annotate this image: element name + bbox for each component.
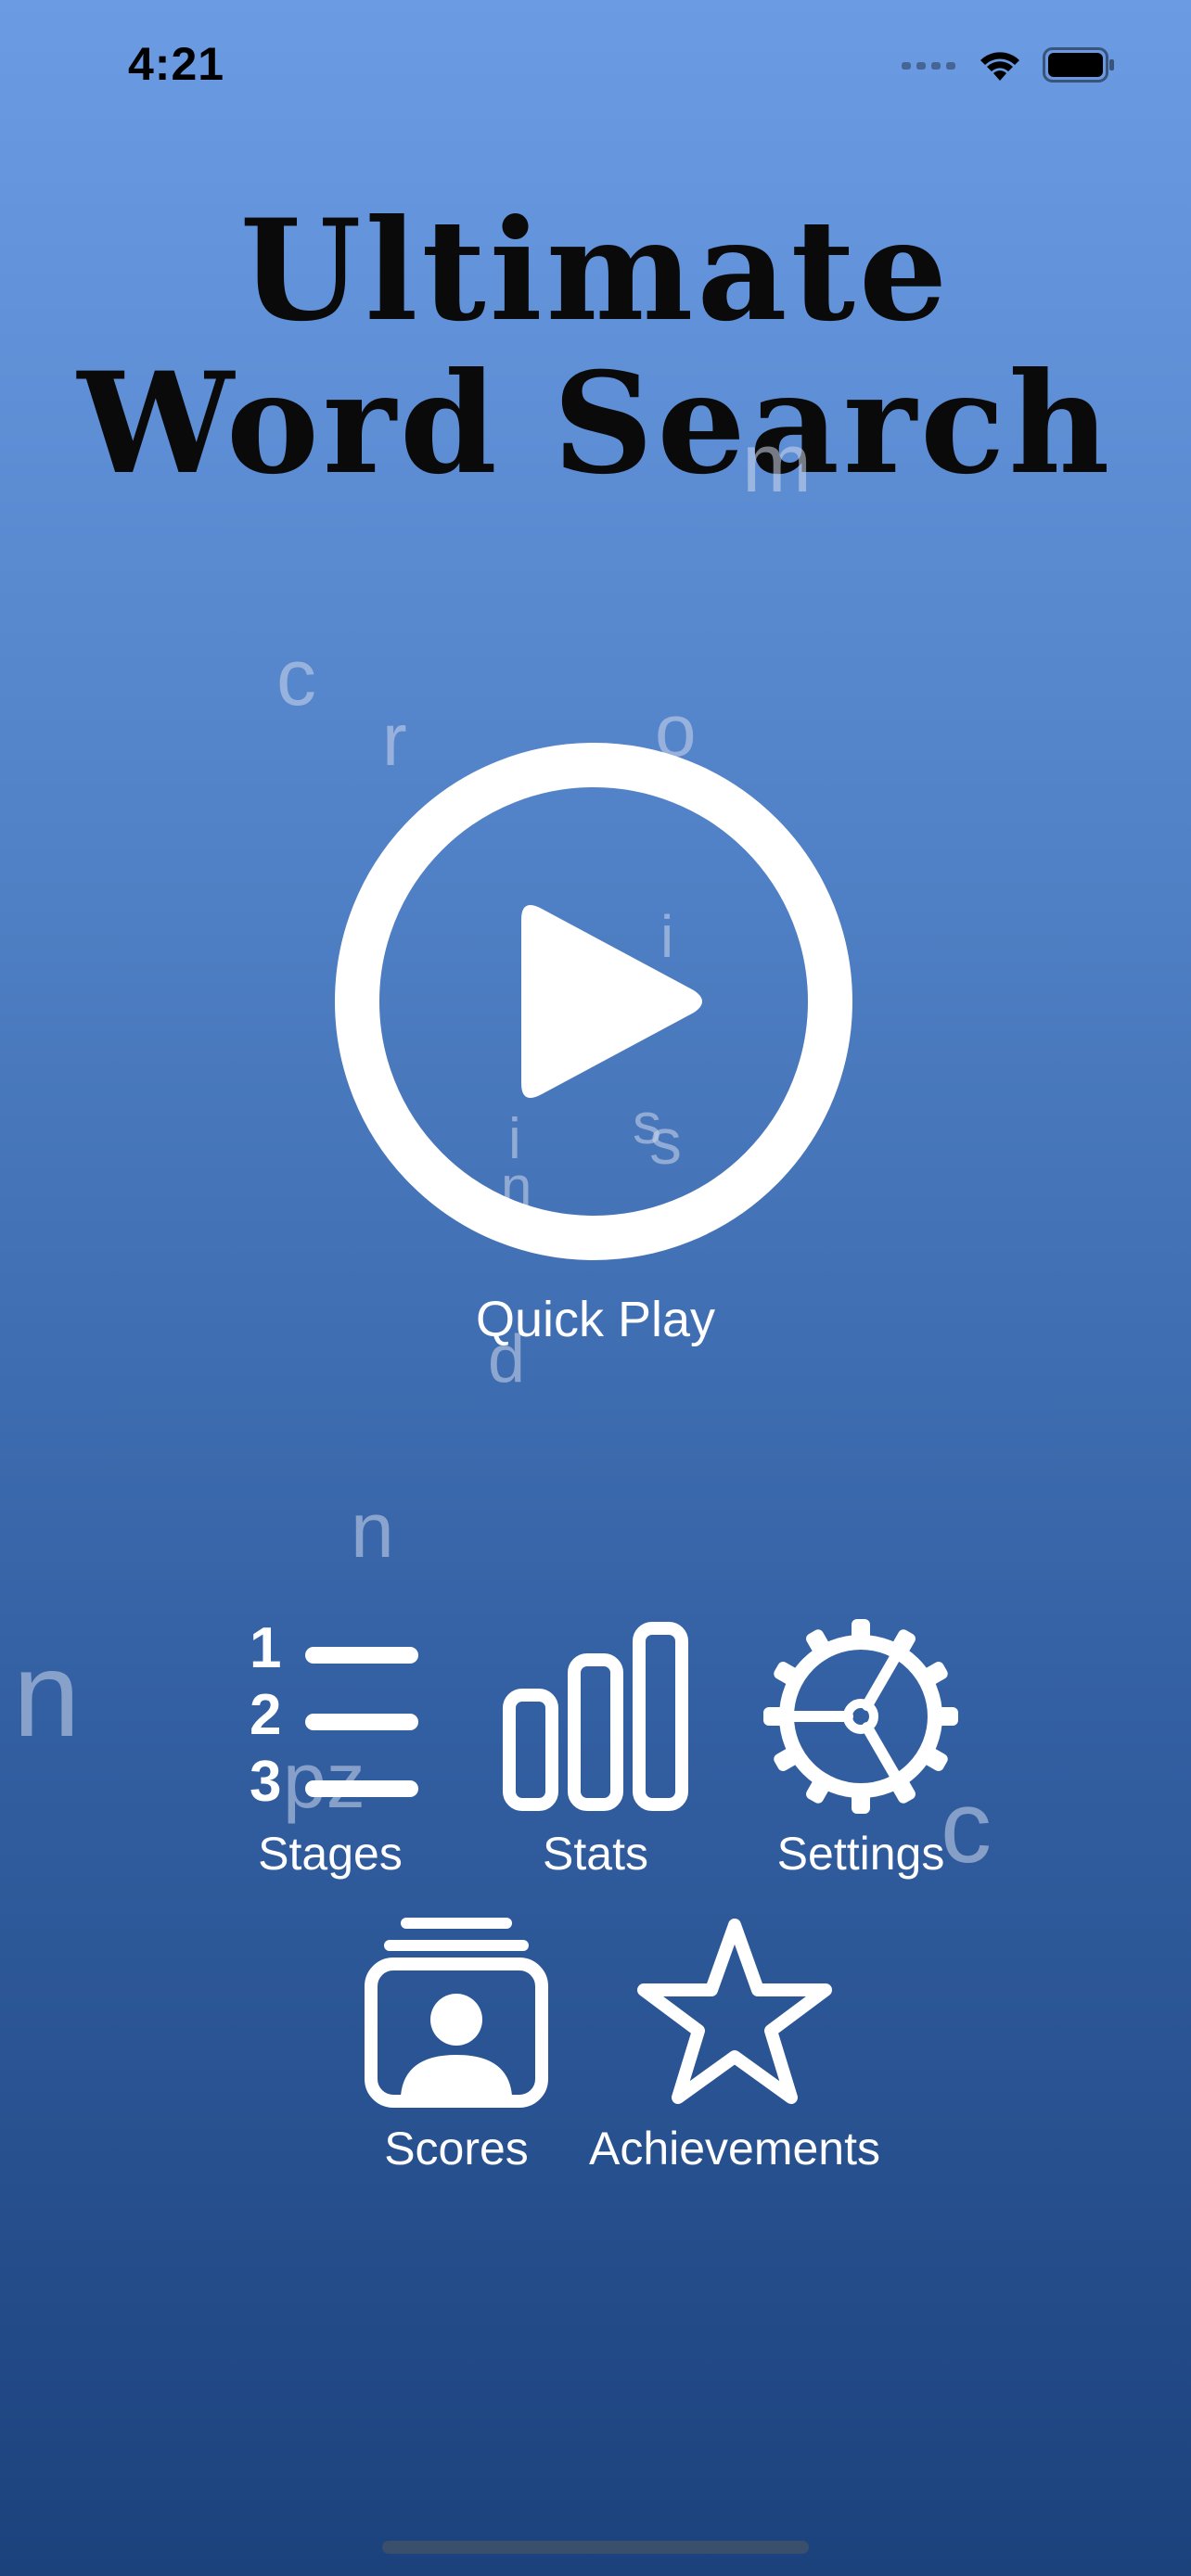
achievements-button[interactable]: Achievements [577,1916,892,2175]
gear-icon [763,1619,958,1814]
play-circle-icon [335,743,852,1260]
star-icon [637,1919,832,2104]
stages-label: Stages [258,1828,403,1880]
app-title-line2: Word Search [77,342,1114,505]
stats-button[interactable]: Stats [484,1621,707,1881]
svg-text:2: 2 [250,1683,281,1747]
leaderboard-contact-icon [365,1918,548,2108]
svg-text:1: 1 [250,1621,281,1680]
stages-button[interactable]: 1 2 3 Stages [219,1621,442,1881]
app-title-line1: Ultimate [239,189,952,352]
achievements-label: Achievements [588,2123,881,2174]
cellular-signal-icon [902,62,955,70]
background-letter: c [276,633,316,722]
svg-text:3: 3 [250,1750,281,1814]
background-letter: n [351,1486,394,1574]
wifi-icon [980,52,1019,81]
battery-icon [1043,47,1114,83]
app-title: Ultimate Word Search [0,195,1191,501]
quick-play-button[interactable] [334,742,853,1261]
stats-label: Stats [543,1828,648,1880]
status-bar: 4:21 [0,0,1191,130]
scores-label: Scores [384,2123,529,2174]
quick-play-label[interactable]: Quick Play [0,1291,1191,1348]
bar-chart-icon [503,1622,688,1811]
settings-button[interactable]: Settings [749,1619,972,1881]
status-icons [902,45,1115,85]
background-letter: m [742,417,812,510]
background-letter: n [13,1626,81,1762]
numbered-list-icon: 1 2 3 [250,1621,418,1814]
home-indicator[interactable] [382,2541,809,2554]
status-time: 4:21 [128,38,225,90]
scores-button[interactable]: Scores [345,1916,568,2175]
settings-label: Settings [776,1828,945,1880]
